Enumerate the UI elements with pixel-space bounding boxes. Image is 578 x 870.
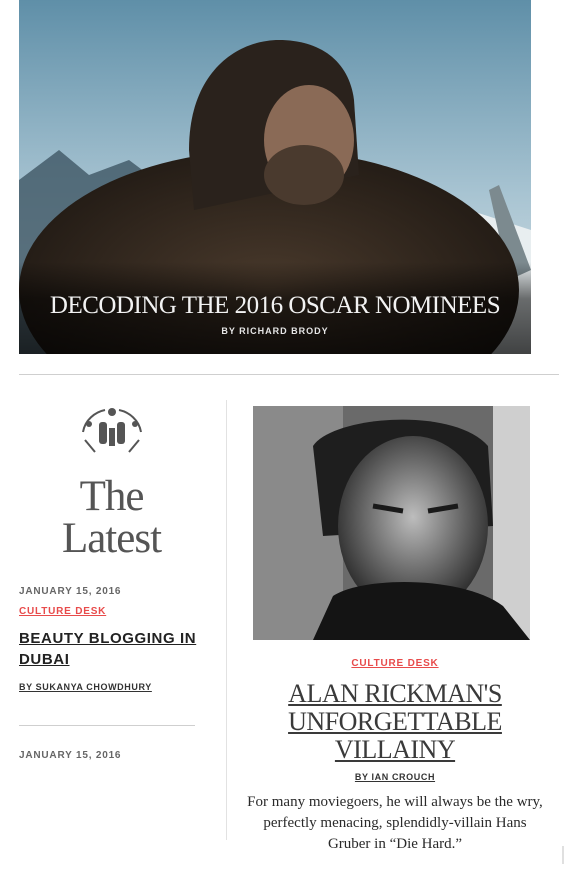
feature-title-line3: Villainy xyxy=(334,735,456,764)
item-category-link[interactable]: Culture Desk xyxy=(19,606,106,617)
feature-category-link[interactable]: Culture Desk xyxy=(240,658,550,669)
hero-byline[interactable]: By Richard Brody xyxy=(19,326,531,336)
feature-title-link[interactable]: Alan Rickman's Unforgettable Villainy xyxy=(240,680,550,764)
feature-title-line1: Alan Rickman's xyxy=(288,679,502,708)
column-divider xyxy=(226,400,227,840)
feature-photo xyxy=(253,406,530,640)
hero-title[interactable]: Decoding the 2016 Oscar Nominees xyxy=(19,292,531,320)
item-date-second: January 15, 2016 xyxy=(19,750,122,761)
hero-feature-link[interactable]: Decoding the 2016 Oscar Nominees By Rich… xyxy=(19,0,531,354)
item-date: January 15, 2016 xyxy=(19,586,122,597)
section-divider xyxy=(19,374,559,375)
feature-photo-link[interactable] xyxy=(253,406,530,640)
latest-heading-line1: The xyxy=(79,473,145,520)
item-byline-link[interactable]: By Sukanya Chowdhury xyxy=(19,682,152,692)
feature-title-line2: Unforgettable xyxy=(288,707,502,736)
list-divider xyxy=(19,725,195,726)
scrollbar-thumb[interactable] xyxy=(562,846,564,864)
feature-excerpt: For many moviegoers, he will always be t… xyxy=(247,794,543,852)
latest-heading-line2: Latest xyxy=(61,515,162,562)
feature-byline-link[interactable]: By Ian Crouch xyxy=(240,772,550,782)
laurel-logo-icon xyxy=(82,408,142,453)
hero-caption: Decoding the 2016 Oscar Nominees By Rich… xyxy=(19,262,531,354)
latest-heading: The Latest xyxy=(19,473,204,562)
item-title-link[interactable]: Beauty Blogging in Dubai xyxy=(19,628,204,670)
